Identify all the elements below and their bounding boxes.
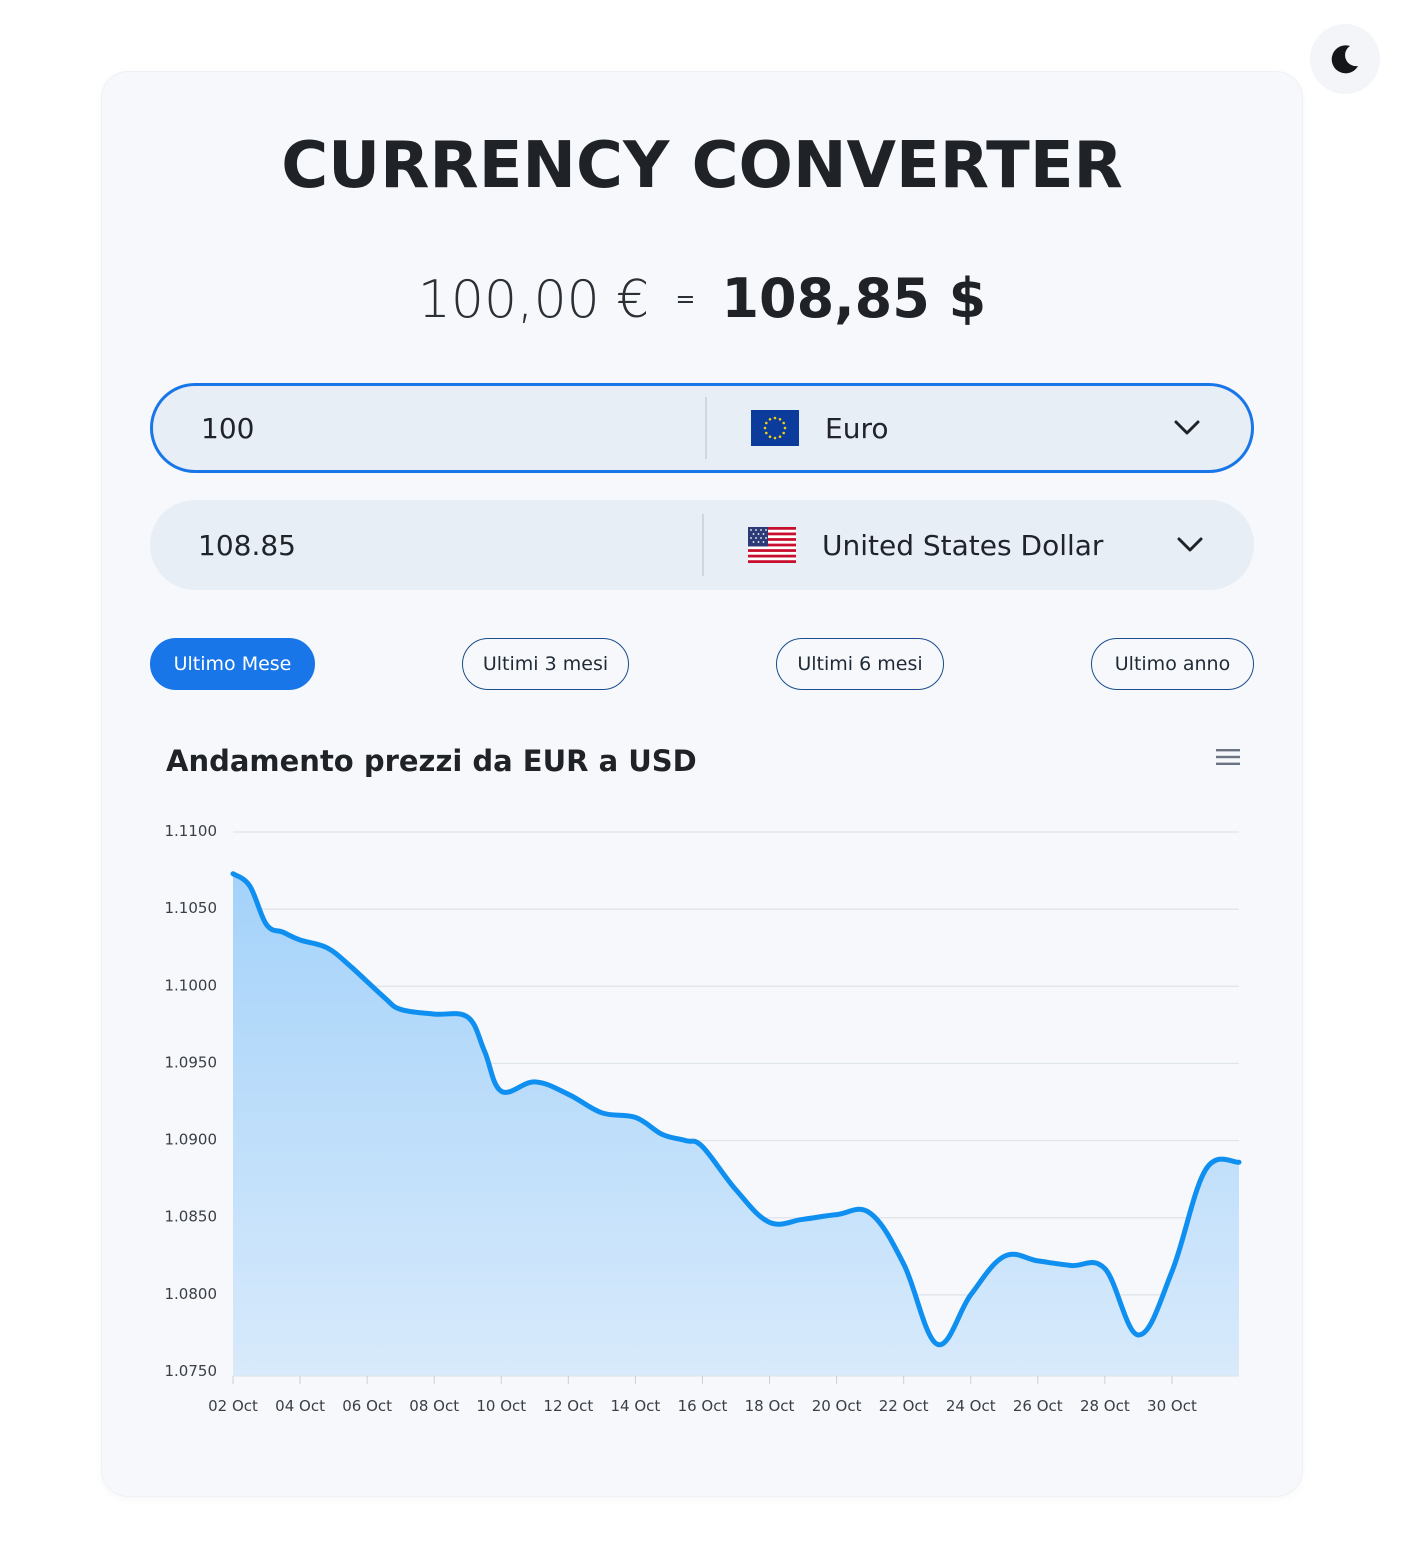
y-tick-label: 1.0750 — [165, 1362, 218, 1380]
source-currency-label: Euro — [825, 411, 889, 445]
chart-area — [233, 873, 1239, 1376]
x-tick-label: 28 Oct — [1080, 1397, 1130, 1415]
x-tick-label: 22 Oct — [879, 1397, 929, 1415]
x-tick-label: 14 Oct — [611, 1397, 661, 1415]
x-tick-label: 04 Oct — [275, 1397, 325, 1415]
us-flag-icon — [748, 527, 796, 563]
y-tick-label: 1.1050 — [165, 899, 218, 917]
x-tick-label: 02 Oct — [208, 1397, 258, 1415]
eu-flag-icon — [751, 410, 799, 446]
moon-icon — [1331, 45, 1358, 74]
conversion-result: 100,00 € = 108,85 $ — [0, 264, 1404, 347]
page-title: CURRENCY CONVERTER — [281, 129, 1123, 203]
chart-title: Andamento prezzi da EUR a USD — [166, 744, 697, 778]
x-tick-label: 20 Oct — [812, 1397, 862, 1415]
x-tick-label: 30 Oct — [1147, 1397, 1197, 1415]
y-tick-label: 1.1100 — [165, 822, 218, 840]
source-amount-input[interactable] — [201, 386, 661, 470]
x-axis: 02 Oct 04 Oct 06 Oct 08 Oct 10 Oct 12 Oct 14 O… — [208, 1375, 1239, 1415]
chevron-down-icon — [1174, 420, 1200, 435]
x-tick-label: 24 Oct — [946, 1397, 996, 1415]
y-tick-label: 1.1000 — [165, 976, 218, 994]
chart-menu-icon[interactable] — [1214, 746, 1242, 768]
x-tick-label: 16 Oct — [678, 1397, 728, 1415]
x-tick-label: 08 Oct — [409, 1397, 459, 1415]
price-chart: 1.1100 1.1050 1.1000 1.0950 1.0900 1.0850 1.08… — [165, 822, 1242, 1415]
y-tick-label: 1.0950 — [165, 1053, 218, 1071]
y-tick-label: 1.0900 — [165, 1131, 218, 1149]
period-button-last-6-months[interactable]: Ultimi 6 mesi — [776, 638, 944, 690]
x-tick-label: 26 Oct — [1013, 1397, 1063, 1415]
period-button-last-month[interactable]: Ultimo Mese — [150, 638, 315, 690]
period-button-last-3-months[interactable]: Ultimi 3 mesi — [462, 638, 629, 690]
source-currency-select[interactable]: Euro — [707, 386, 1251, 470]
y-tick-label: 1.0850 — [165, 1208, 218, 1226]
x-tick-label: 10 Oct — [476, 1397, 526, 1415]
theme-toggle-button[interactable] — [1310, 24, 1380, 94]
period-button-last-year[interactable]: Ultimo anno — [1091, 638, 1254, 690]
result-equals: = — [675, 285, 696, 313]
result-from: 100,00 € — [417, 270, 650, 330]
y-axis: 1.1100 1.1050 1.1000 1.0950 1.0900 1.0850 1.08… — [165, 822, 218, 1380]
x-tick-label: 12 Oct — [543, 1397, 593, 1415]
source-row: Euro — [150, 383, 1254, 473]
target-row: United States Dollar — [150, 500, 1254, 590]
target-amount-input[interactable] — [198, 500, 658, 590]
target-currency-label: United States Dollar — [822, 528, 1104, 562]
y-tick-label: 1.0800 — [165, 1285, 218, 1303]
x-tick-label: 06 Oct — [342, 1397, 392, 1415]
chevron-down-icon — [1177, 537, 1203, 552]
target-currency-select[interactable]: United States Dollar — [704, 500, 1254, 590]
result-to: 108,85 $ — [721, 267, 987, 330]
x-tick-label: 18 Oct — [745, 1397, 795, 1415]
